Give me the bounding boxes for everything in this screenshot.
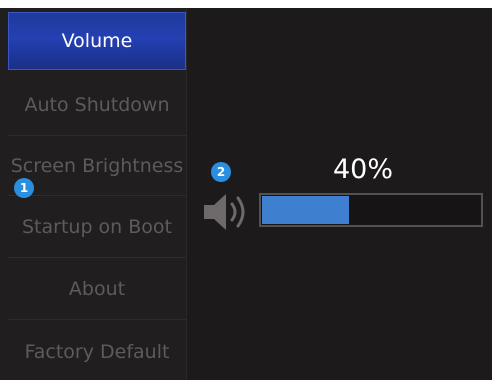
menu-item-factory-default[interactable]: Factory Default	[8, 324, 186, 380]
volume-slider-fill	[262, 196, 349, 224]
menu-item-label: Startup on Boot	[22, 215, 172, 238]
menu-item-label: About	[68, 277, 126, 300]
volume-percent-label: 40%	[332, 154, 393, 185]
menu-item-auto-shutdown[interactable]: Auto Shutdown	[8, 74, 186, 136]
menu-item-screen-brightness[interactable]: Screen Brightness	[8, 136, 186, 196]
callout-badge-number: 1	[19, 181, 29, 195]
menu-item-about[interactable]: About	[8, 258, 186, 320]
device-screen: Volume Auto Shutdown Screen Brightness S…	[0, 8, 492, 380]
menu-item-startup-on-boot[interactable]: Startup on Boot	[8, 196, 186, 258]
menu-item-label: Volume	[61, 30, 133, 52]
speaker-icon	[204, 194, 245, 230]
menu-item-label: Factory Default	[24, 341, 170, 363]
callout-badge-number: 2	[216, 165, 226, 179]
menu-item-volume[interactable]: Volume	[8, 12, 186, 70]
volume-slider[interactable]	[259, 193, 483, 227]
callout-badge-menu: 1	[14, 178, 34, 198]
menu-item-label: Auto Shutdown	[24, 93, 170, 116]
callout-badge-volume: 2	[211, 162, 231, 182]
menu-item-label: Screen Brightness	[10, 154, 184, 177]
